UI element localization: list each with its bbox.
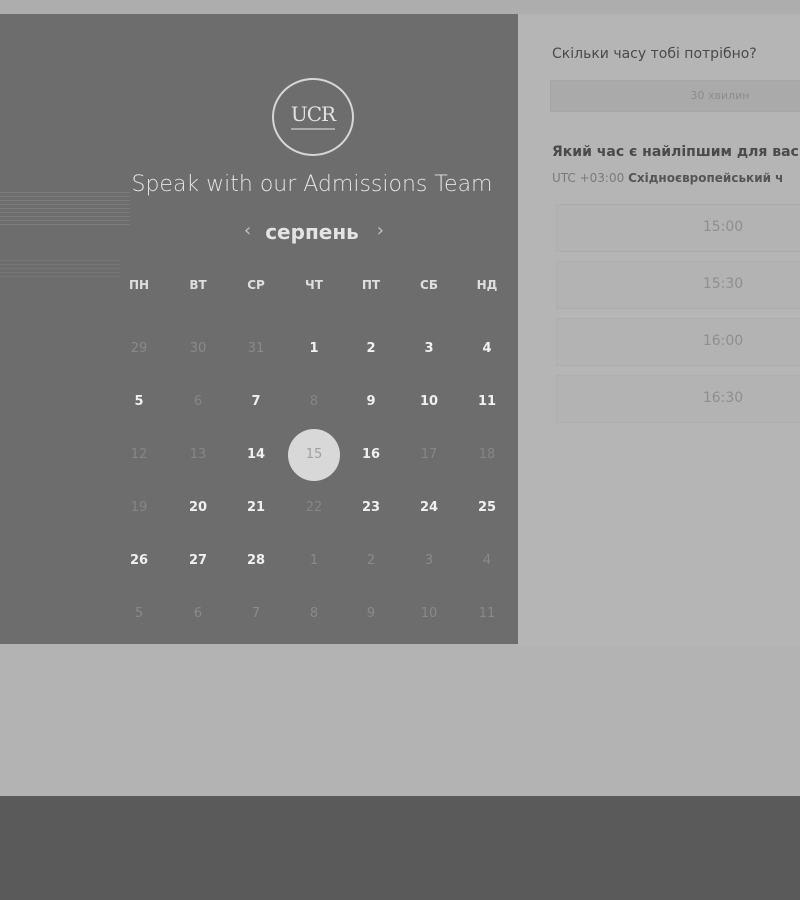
calendar-day: 6 (193, 606, 203, 621)
timezone-name: Східноєвропейський ч (628, 171, 784, 185)
calendar-day[interactable]: 21 (236, 488, 276, 528)
booking-panel: Скільки часу тобі потрібно? 30 хвилин Як… (518, 14, 800, 646)
calendar-day[interactable]: 5 (119, 382, 159, 422)
calendar-day: 30 (189, 341, 207, 356)
calendar-day[interactable]: 2 (351, 329, 391, 369)
calendar-day: 1 (309, 553, 319, 568)
page-footer (0, 796, 800, 900)
calendar-day: 11 (478, 606, 496, 621)
calendar-day: 2 (366, 553, 376, 568)
calendar-title: Speak with our Admissions Team (131, 172, 493, 197)
weekday-label: СР (247, 278, 265, 292)
time-slot-label: 15:30 (702, 276, 744, 292)
time-slot-label: 16:30 (702, 390, 744, 406)
calendar-day: 31 (247, 341, 265, 356)
time-slot-label: 16:00 (702, 333, 744, 349)
calendar-day[interactable]: 25 (467, 488, 507, 528)
duration-question: Скільки часу тобі потрібно? (552, 46, 757, 62)
calendar-day[interactable]: 1 (294, 329, 334, 369)
month-label: серпень (265, 220, 359, 244)
decorative-lines (0, 192, 130, 226)
duration-selector[interactable]: 30 хвилин (550, 80, 800, 112)
calendar-day[interactable]: 28 (236, 541, 276, 581)
calendar-day[interactable]: 27 (178, 541, 218, 581)
calendar-day[interactable]: 26 (119, 541, 159, 581)
calendar-day: 3 (424, 553, 434, 568)
calendar-day: 22 (305, 500, 323, 515)
calendar-day: 10 (420, 606, 438, 621)
calendar-day[interactable]: 23 (351, 488, 391, 528)
weekday-label: ПН (128, 278, 150, 292)
logo-text: UCR (290, 102, 336, 126)
time-slot-label: 15:00 (702, 219, 744, 235)
calendar-day: 18 (478, 447, 496, 462)
calendar-day: 6 (193, 394, 203, 409)
time-question: Який час є найліпшим для вас (552, 144, 799, 160)
calendar-day-selected[interactable]: 15 (288, 429, 340, 481)
calendar-day[interactable]: 24 (409, 488, 449, 528)
duration-value: 30 хвилин (690, 89, 750, 102)
calendar-day: 8 (309, 606, 319, 621)
calendar-day: 19 (130, 500, 148, 515)
time-slot-button[interactable]: 16:00 (556, 318, 800, 366)
ucr-logo: UCR (272, 78, 354, 156)
time-slot-button[interactable]: 15:30 (556, 261, 800, 309)
calendar-day: 29 (130, 341, 148, 356)
logo-underline (291, 128, 335, 130)
calendar-day: 4 (482, 553, 492, 568)
calendar-day: 9 (366, 606, 376, 621)
calendar-panel: UCR Speak with our Admissions Team ‹ сер… (0, 14, 518, 644)
calendar-day: 5 (134, 606, 144, 621)
calendar-day[interactable]: 9 (351, 382, 391, 422)
calendar-day[interactable]: 16 (351, 435, 391, 475)
chevron-right-icon[interactable]: › (377, 220, 384, 241)
calendar-day: 13 (189, 447, 207, 462)
calendar-day[interactable]: 14 (236, 435, 276, 475)
calendar-day[interactable]: 7 (236, 382, 276, 422)
time-slot-button[interactable]: 16:30 (556, 375, 800, 423)
weekday-label: СБ (420, 278, 438, 292)
calendar-day[interactable]: 3 (409, 329, 449, 369)
calendar-day[interactable]: 4 (467, 329, 507, 369)
calendar-day[interactable]: 20 (178, 488, 218, 528)
timezone-offset: UTC +03:00 (552, 171, 625, 185)
calendar-day: 8 (309, 394, 319, 409)
top-strip (0, 0, 800, 14)
calendar-day[interactable]: 11 (467, 382, 507, 422)
calendar-day: 7 (251, 606, 261, 621)
decorative-lines (0, 260, 120, 280)
weekday-label: ВТ (189, 278, 207, 292)
calendar-day[interactable]: 10 (409, 382, 449, 422)
weekday-label: НД (476, 278, 498, 292)
timezone-label[interactable]: UTC +03:00 Східноєвропейський ч (552, 171, 783, 185)
time-slot-button[interactable]: 15:00 (556, 204, 800, 252)
calendar-day: 12 (130, 447, 148, 462)
weekday-label: ПТ (361, 278, 381, 292)
weekday-label: ЧТ (305, 278, 323, 292)
month-navigation: ‹ серпень › (236, 218, 388, 246)
calendar-day: 17 (420, 447, 438, 462)
